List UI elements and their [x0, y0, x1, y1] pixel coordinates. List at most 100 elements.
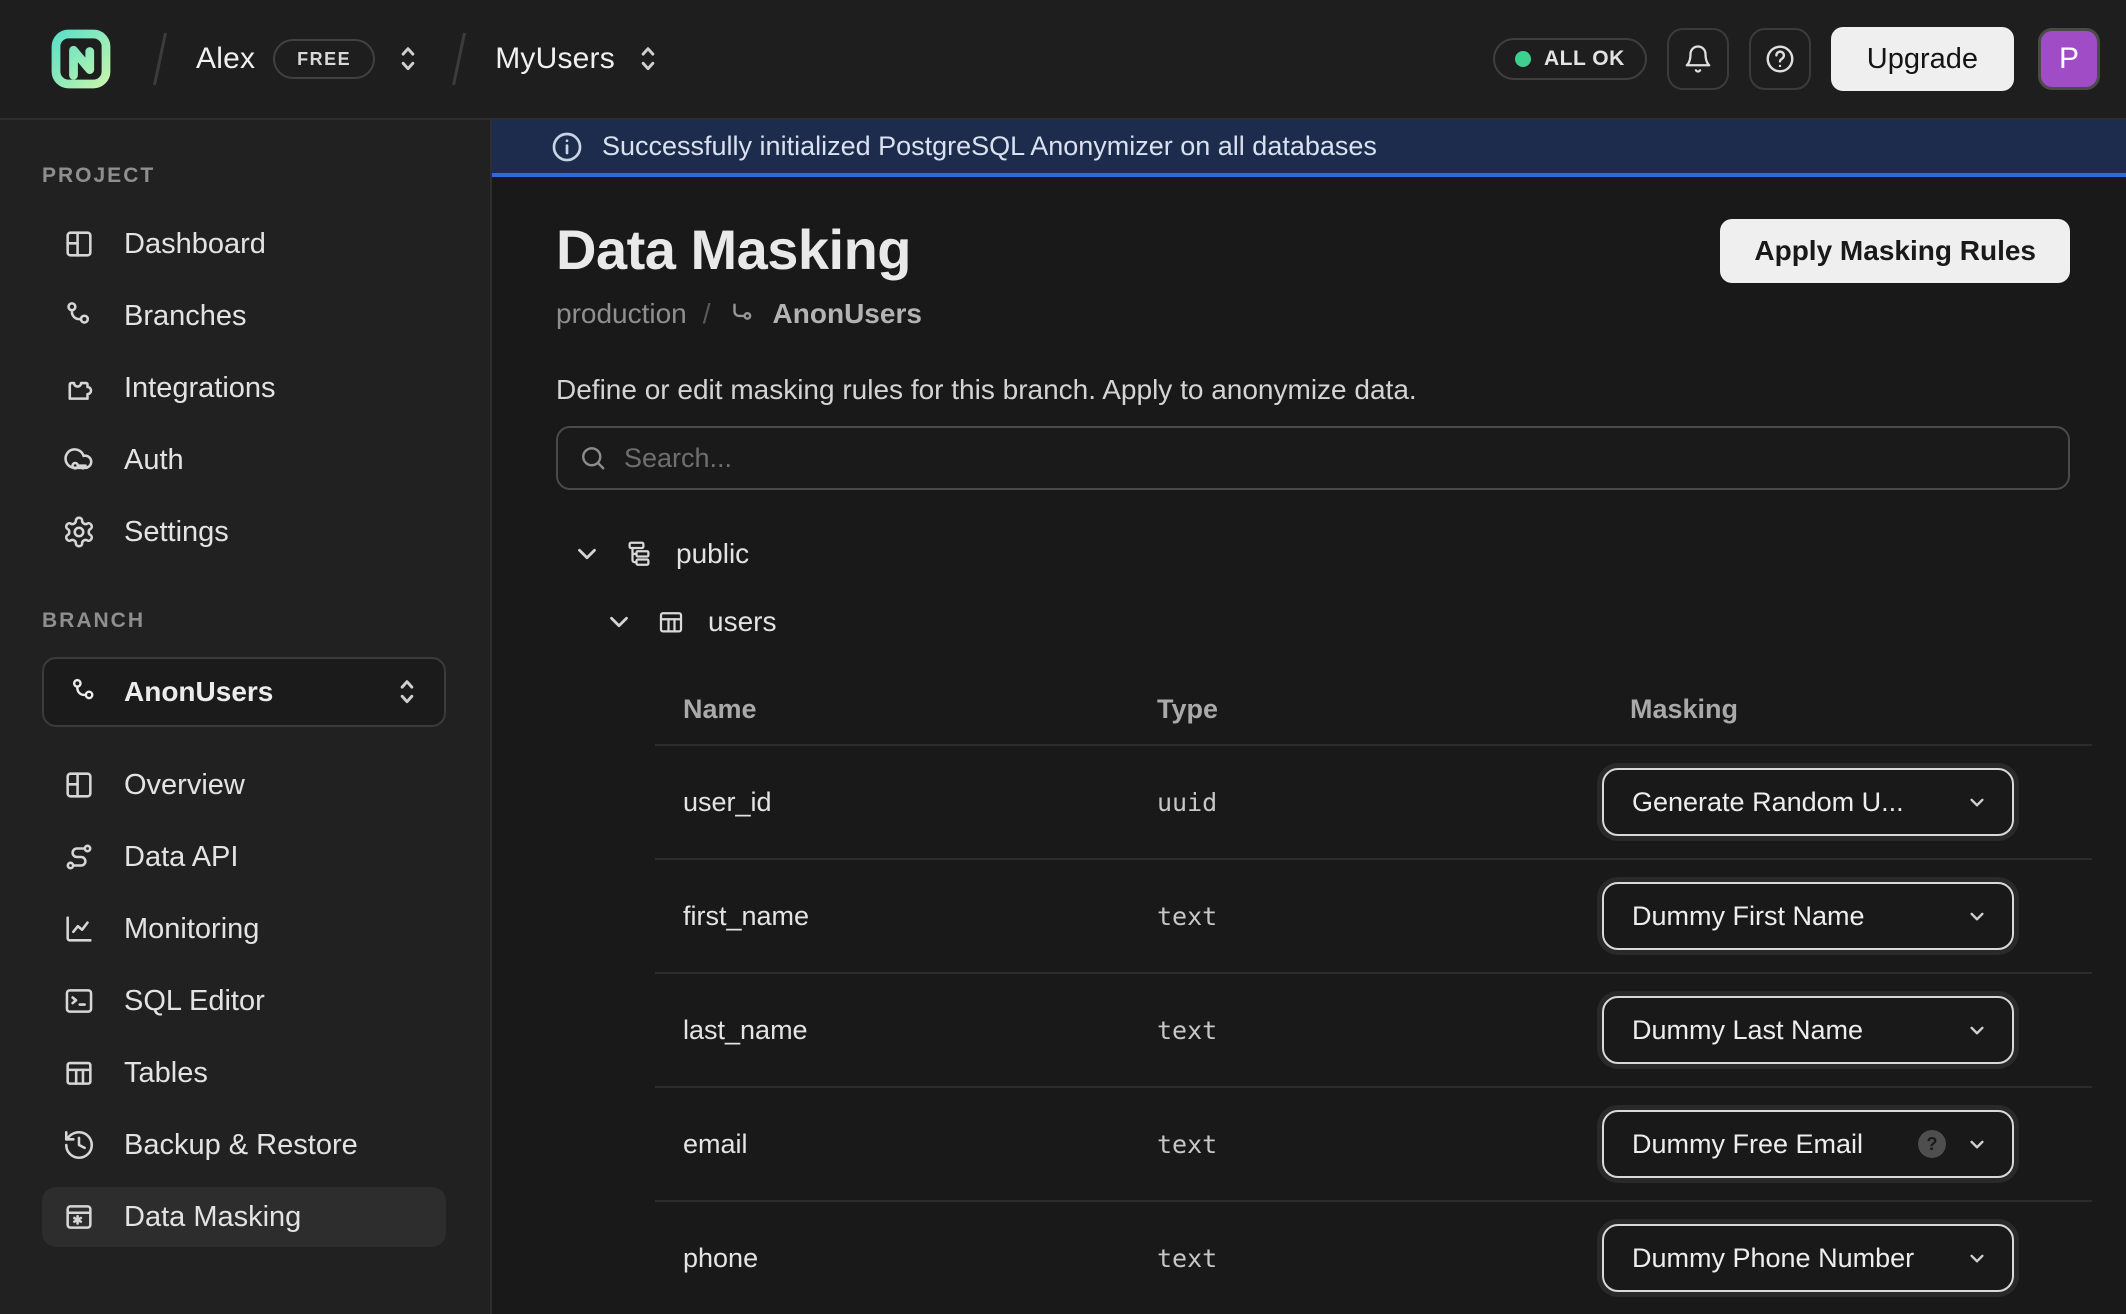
sidebar: PROJECT Dashboard Branches Integrations …	[0, 120, 492, 1314]
plan-badge: FREE	[273, 39, 375, 79]
column-type: text	[1157, 1244, 1630, 1273]
user-avatar[interactable]: P	[2038, 28, 2100, 90]
main-content: Successfully initialized PostgreSQL Anon…	[492, 120, 2126, 1314]
status-text: ALL OK	[1544, 47, 1625, 71]
schema-tree: public users	[556, 520, 2070, 656]
sidebar-item-overview[interactable]: Overview	[42, 755, 446, 815]
column-type: text	[1157, 1130, 1630, 1159]
breadcrumb-separator: /	[703, 298, 711, 330]
masking-select[interactable]: Dummy Free Email ?	[1602, 1110, 2014, 1178]
sidebar-item-label: Auth	[124, 444, 184, 477]
tables-icon	[62, 1056, 96, 1090]
masking-select[interactable]: Dummy Last Name	[1602, 996, 2014, 1064]
backup-restore-icon	[62, 1128, 96, 1162]
project-switcher[interactable]: MyUsers	[485, 36, 673, 82]
tree-node-schema[interactable]: public	[556, 520, 2070, 588]
search-box	[556, 426, 2070, 490]
project-nav: Dashboard Branches Integrations Auth Set…	[42, 214, 446, 562]
sidebar-item-data-api[interactable]: Data API	[42, 827, 446, 887]
apply-masking-rules-button[interactable]: Apply Masking Rules	[1720, 219, 2070, 283]
chevron-down-icon	[1964, 789, 1990, 815]
dashboard-icon	[62, 227, 96, 261]
sidebar-item-label: Integrations	[124, 372, 276, 405]
auth-icon	[62, 443, 96, 477]
masking-select-value: Dummy First Name	[1632, 901, 1964, 932]
integrations-icon	[62, 371, 96, 405]
sidebar-item-sql-editor[interactable]: SQL Editor	[42, 971, 446, 1031]
upgrade-button[interactable]: Upgrade	[1831, 27, 2014, 91]
sidebar-section-project: PROJECT	[42, 164, 446, 188]
masking-select[interactable]: Dummy Phone Number	[1602, 1224, 2014, 1292]
header-left: Alex FREE MyUsers	[46, 24, 673, 94]
search-input[interactable]	[624, 443, 2048, 474]
banner: Successfully initialized PostgreSQL Anon…	[492, 120, 2126, 177]
table-row: user_id uuid Generate Random U...	[655, 744, 2092, 858]
masking-select[interactable]: Dummy First Name	[1602, 882, 2014, 950]
masking-select-value: Dummy Phone Number	[1632, 1243, 1964, 1274]
org-switcher[interactable]: Alex FREE	[186, 33, 433, 85]
masking-select-value: Dummy Last Name	[1632, 1015, 1964, 1046]
breadcrumb-parent[interactable]: production	[556, 298, 687, 330]
overview-icon	[62, 768, 96, 802]
sidebar-item-data-masking[interactable]: Data Masking	[42, 1187, 446, 1247]
status-dot	[1515, 51, 1531, 67]
sidebar-item-label: Dashboard	[124, 228, 266, 261]
header-right: ALL OK Upgrade P	[1493, 27, 2100, 91]
monitoring-icon	[62, 912, 96, 946]
column-name: last_name	[683, 1015, 1157, 1046]
chevron-up-down-icon	[392, 675, 422, 709]
branch-child-icon	[727, 299, 757, 329]
notifications-button[interactable]	[1667, 28, 1729, 90]
data-api-icon	[62, 840, 96, 874]
sidebar-item-tables[interactable]: Tables	[42, 1043, 446, 1103]
info-icon	[550, 130, 584, 164]
column-name: email	[683, 1129, 1157, 1160]
top-bar: Alex FREE MyUsers ALL OK Upgrade P	[0, 0, 2126, 120]
status-pill[interactable]: ALL OK	[1493, 38, 1647, 80]
masking-select[interactable]: Generate Random U...	[1602, 768, 2014, 836]
chevron-up-down-icon	[633, 42, 663, 76]
sidebar-item-label: Tables	[124, 1057, 208, 1090]
column-name: phone	[683, 1243, 1157, 1274]
separator-slash	[447, 28, 471, 90]
chevron-down-icon	[1964, 1131, 1990, 1157]
sidebar-item-settings[interactable]: Settings	[42, 502, 446, 562]
sql-editor-icon	[62, 984, 96, 1018]
data-masking-icon	[62, 1200, 96, 1234]
chevron-down-icon[interactable]	[604, 607, 634, 637]
page-title: Data Masking	[556, 217, 922, 282]
masking-table: Name Type Masking user_id uuid Generate …	[655, 674, 2092, 1314]
sidebar-item-integrations[interactable]: Integrations	[42, 358, 446, 418]
sidebar-item-branches[interactable]: Branches	[42, 286, 446, 346]
help-badge: ?	[1918, 1130, 1946, 1158]
neon-logo[interactable]	[46, 24, 116, 94]
sidebar-item-label: SQL Editor	[124, 985, 265, 1018]
branch-selector[interactable]: AnonUsers	[42, 657, 446, 727]
tree-node-label: users	[708, 606, 776, 638]
chevron-down-icon	[1964, 1245, 1990, 1271]
project-name: MyUsers	[495, 42, 615, 76]
table-row: email text Dummy Free Email ?	[655, 1086, 2092, 1200]
chevron-down-icon[interactable]	[572, 539, 602, 569]
help-button[interactable]	[1749, 28, 1811, 90]
tree-node-table[interactable]: users	[556, 588, 2070, 656]
chevron-up-down-icon	[393, 42, 423, 76]
chevron-down-icon	[1964, 1017, 1990, 1043]
chevron-down-icon	[1964, 903, 1990, 929]
table-row: last_name text Dummy Last Name	[655, 972, 2092, 1086]
sidebar-item-auth[interactable]: Auth	[42, 430, 446, 490]
sidebar-item-dashboard[interactable]: Dashboard	[42, 214, 446, 274]
masking-table-body: user_id uuid Generate Random U... first_…	[655, 744, 2092, 1314]
sidebar-item-label: Backup & Restore	[124, 1129, 358, 1162]
sidebar-item-label: Branches	[124, 300, 247, 333]
column-header-masking: Masking	[1630, 694, 2092, 725]
table-row: first_name text Dummy First Name	[655, 858, 2092, 972]
branch-icon	[68, 676, 100, 708]
column-type: text	[1157, 1016, 1630, 1045]
sidebar-item-backup-restore[interactable]: Backup & Restore	[42, 1115, 446, 1175]
sidebar-item-monitoring[interactable]: Monitoring	[42, 899, 446, 959]
help-icon	[1764, 43, 1796, 75]
column-header-name: Name	[683, 694, 1157, 725]
masking-select-value: Dummy Free Email	[1632, 1129, 1918, 1160]
sidebar-item-label: Overview	[124, 769, 245, 802]
